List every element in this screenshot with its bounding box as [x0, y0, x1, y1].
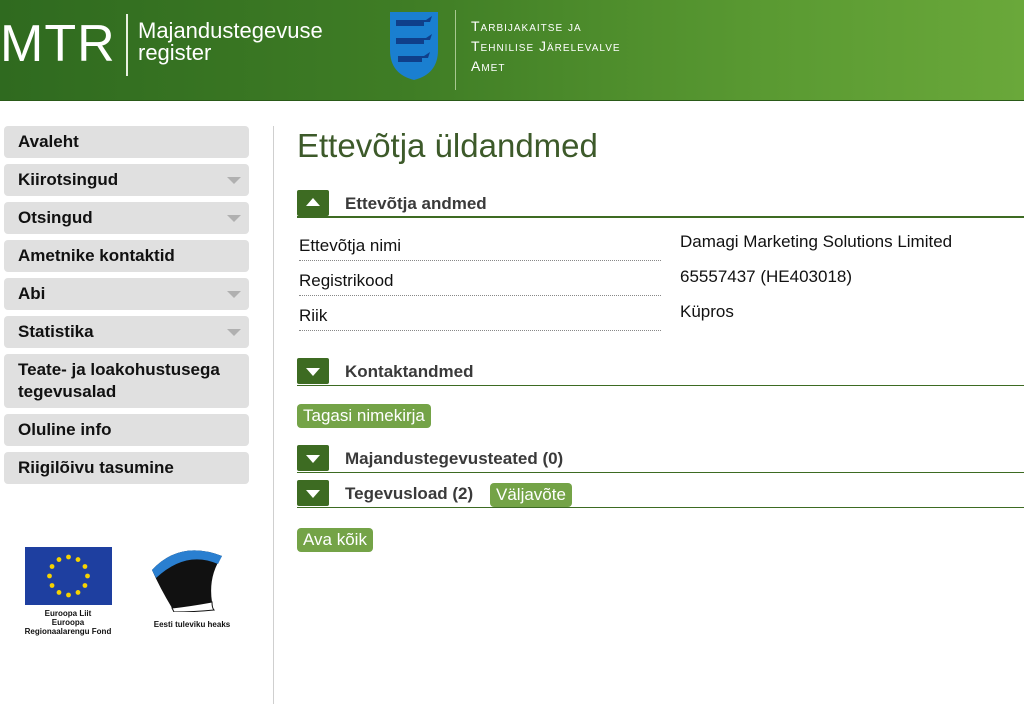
company-section-header[interactable]: Ettevõtja andmed: [297, 188, 1024, 218]
eu-caption-line-1: Euroopa Liit: [44, 609, 92, 618]
chevron-down-icon: [306, 490, 320, 498]
sidebar-item-label: Ametnike kontaktid: [18, 246, 175, 265]
sidebar-item-label: Teate- ja loakohustusega tegevusalad: [18, 360, 220, 401]
chevron-down-icon: [306, 368, 320, 376]
sidebar-item-7[interactable]: Oluline info: [4, 414, 249, 446]
sidebar-item-label: Abi: [18, 284, 46, 303]
agency-line-1: Tarbijakaitse ja: [471, 18, 582, 34]
sidebar-item-2[interactable]: Otsingud: [4, 202, 249, 234]
field-label: Riik: [299, 306, 661, 331]
company-data-table: Ettevõtja nimi Damagi Marketing Solutions…: [297, 230, 1024, 335]
back-to-list-button[interactable]: Tagasi nimekirja: [297, 404, 431, 428]
chevron-down-icon[interactable]: [227, 177, 241, 184]
chevron-up-icon: [306, 198, 320, 206]
chevron-down-icon[interactable]: [227, 215, 241, 222]
eu-caption: Euroopa Liit Euroopa Regionaalarengu Fon…: [14, 609, 122, 636]
sidebar-item-label: Otsingud: [18, 208, 93, 227]
sidebar-item-label: Avaleht: [18, 132, 79, 151]
table-row: Registrikood 65557437 (HE403018): [297, 265, 1024, 300]
collapse-button[interactable]: [297, 190, 329, 216]
logo-line-2: register: [138, 40, 212, 65]
chevron-down-icon[interactable]: [227, 329, 241, 336]
expand-button[interactable]: [297, 358, 329, 384]
main-content: Ettevõtja üldandmed Ettevõtja andmed Ett…: [297, 126, 1024, 335]
sidebar-divider: [273, 126, 274, 704]
logo-divider: [126, 14, 128, 76]
sidebar-nav: Avaleht Kiirotsingud Otsingud Ametnike kont…: [4, 126, 249, 490]
extract-button[interactable]: Väljavõte: [490, 483, 572, 507]
sidebar-item-6[interactable]: Teate- ja loakohustusega tegevusalad: [4, 354, 249, 408]
notices-section-header[interactable]: Majandustegevusteated (0): [297, 443, 1024, 473]
company-section-title: Ettevõtja andmed: [345, 194, 487, 213]
logo-line-1: Majandustegevuse: [138, 18, 323, 43]
sidebar-item-5[interactable]: Statistika: [4, 316, 249, 348]
sidebar-item-0[interactable]: Avaleht: [4, 126, 249, 158]
licenses-section-title: Tegevusload (2): [345, 484, 474, 503]
agency-line-2: Tehnilise Järelevalve: [471, 38, 621, 54]
open-all-button[interactable]: Ava kõik: [297, 528, 373, 552]
sidebar-item-label: Oluline info: [18, 420, 112, 439]
chevron-down-icon: [306, 455, 320, 463]
sidebar-item-4[interactable]: Abi: [4, 278, 249, 310]
table-row: Riik Küpros: [297, 300, 1024, 335]
eu-caption-line-2: Euroopa: [51, 618, 85, 627]
eu-caption-line-3: Regionaalarengu Fond: [24, 627, 112, 636]
agency-name[interactable]: Tarbijakaitse ja Tehnilise Järelevalve A…: [471, 16, 621, 76]
contact-section-header[interactable]: Kontaktandmed: [297, 356, 1024, 386]
site-header: MTR Majandustegevuse register Tarbijakai…: [0, 0, 1024, 101]
field-label: Registrikood: [299, 271, 661, 296]
field-label: Ettevõtja nimi: [299, 236, 661, 261]
field-value: Küpros: [680, 302, 734, 321]
estonia-future-logo-icon: [152, 550, 222, 612]
sidebar-item-3[interactable]: Ametnike kontaktid: [4, 240, 249, 272]
agency-line-3: Amet: [471, 58, 506, 74]
notices-section-title: Majandustegevusteated (0): [345, 449, 564, 468]
estonian-coat-of-arms-icon: [390, 12, 438, 80]
eu-flag-icon: [25, 547, 112, 605]
table-row: Ettevõtja nimi Damagi Marketing Solutions…: [297, 230, 1024, 265]
expand-button[interactable]: [297, 480, 329, 506]
contact-section-title: Kontaktandmed: [345, 362, 474, 381]
field-value: Damagi Marketing Solutions Limited: [680, 232, 953, 251]
licenses-section-header[interactable]: Tegevusload (2) Väljavõte: [297, 478, 1024, 508]
field-value: 65557437 (HE403018): [680, 267, 853, 286]
page-title: Ettevõtja üldandmed: [297, 127, 598, 164]
expand-button[interactable]: [297, 445, 329, 471]
sidebar-item-1[interactable]: Kiirotsingud: [4, 164, 249, 196]
sidebar-item-8[interactable]: Riigilõivu tasumine: [4, 452, 249, 484]
est-caption: Eesti tuleviku heaks: [153, 620, 231, 629]
sidebar-item-label: Kiirotsingud: [18, 170, 119, 189]
sidebar-item-label: Riigilõivu tasumine: [18, 458, 174, 477]
chevron-down-icon[interactable]: [227, 291, 241, 298]
mtr-logo[interactable]: MTR: [0, 16, 116, 72]
logo-text[interactable]: Majandustegevuse register: [138, 20, 323, 64]
crest-divider: [455, 10, 456, 90]
sidebar-item-label: Statistika: [18, 322, 94, 341]
